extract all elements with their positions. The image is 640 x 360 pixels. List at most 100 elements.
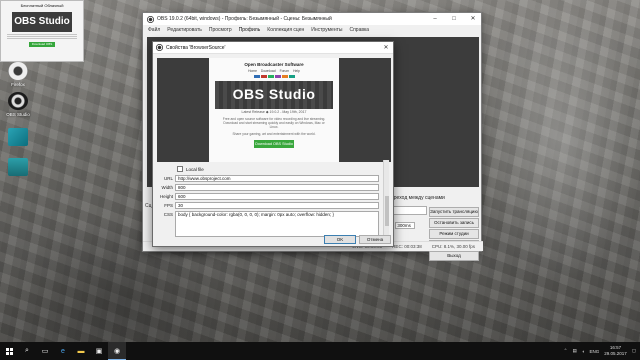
minimize-icon[interactable]: – xyxy=(427,13,443,25)
web-page-render: Open Broadcaster Software Home Download … xyxy=(209,58,339,162)
web-description: Free and open source software for video … xyxy=(222,117,326,129)
obs-menubar: Файл Редактировать Просмотр Профиль Колл… xyxy=(143,25,481,34)
local-file-checkbox[interactable] xyxy=(177,166,183,172)
url-row: URL http://www.obsproject.com xyxy=(159,175,379,182)
exit-button[interactable]: Выход xyxy=(429,251,479,261)
width-label: Width xyxy=(161,185,173,190)
width-input[interactable]: 800 xyxy=(175,184,379,191)
desktop-icon-obs[interactable]: OBS Studio xyxy=(3,92,33,117)
css-label: CSS xyxy=(163,212,173,217)
width-row: Width 800 xyxy=(159,184,379,191)
stop-recording-button[interactable]: Остановить запись xyxy=(429,218,479,228)
task-view-icon[interactable]: ▭ xyxy=(36,342,54,360)
duration-input[interactable]: 300ms xyxy=(395,222,416,229)
web-nav-item: Home xyxy=(248,69,257,73)
form-scrollbar[interactable] xyxy=(383,160,389,240)
search-icon[interactable]: ⌕ xyxy=(18,342,36,360)
badge xyxy=(274,75,281,78)
edge-icon[interactable]: e xyxy=(54,342,72,360)
web-heading: Open Broadcaster Software xyxy=(244,62,304,67)
menu-help[interactable]: Справка xyxy=(349,27,369,33)
fps-input[interactable]: 30 xyxy=(175,202,379,209)
obs-logo-icon xyxy=(147,15,154,23)
obs-window-title: OBS 19.0.2 (64bit, windows) - Профиль: Б… xyxy=(157,16,332,22)
transition-select[interactable] xyxy=(391,206,427,215)
properties-dialog: Свойства 'BrowserSource' ✕ Open Broadcas… xyxy=(152,41,394,247)
dialog-title: Свойства 'BrowserSource' xyxy=(166,44,226,51)
scene-transition-label: ереход между сценами xyxy=(391,195,445,201)
badge xyxy=(267,75,274,78)
desktop-icon-label: Firefox xyxy=(11,82,25,87)
menu-scene-collection[interactable]: Коллекция сцен xyxy=(267,27,304,33)
desktop-icon-folder[interactable] xyxy=(3,158,33,178)
network-icon[interactable]: ▤ xyxy=(572,348,576,354)
menu-view[interactable]: Просмотр xyxy=(209,27,232,33)
obs-icon xyxy=(8,92,28,110)
desktop-icon-app[interactable] xyxy=(3,128,33,148)
fps-row: FPS 30 xyxy=(159,202,379,209)
web-download-button: Download OBS Studio xyxy=(254,140,294,148)
start-streaming-button[interactable]: Запустить трансляцию xyxy=(429,207,479,217)
url-label: URL xyxy=(163,176,173,181)
browser-window-thumbnail[interactable]: Бесплатный Облачный OBS Studio Download … xyxy=(0,0,84,62)
app-icon xyxy=(8,128,28,146)
browser-source-preview: Open Broadcaster Software Home Download … xyxy=(157,58,391,162)
web-nav-item: Download xyxy=(260,69,276,73)
height-label: Height xyxy=(159,194,173,199)
badge xyxy=(288,75,295,78)
badge xyxy=(260,75,267,78)
clock[interactable]: 16:57 29.05.2017 xyxy=(604,345,627,357)
browser-window-title: Бесплатный Облачный xyxy=(20,3,64,8)
obs-titlebar: OBS 19.0.2 (64bit, windows) - Профиль: Б… xyxy=(143,13,481,25)
clock-date: 29.05.2017 xyxy=(604,351,627,356)
download-obs-button[interactable]: Download OBS xyxy=(29,42,55,47)
chevron-up-icon[interactable]: ⌃ xyxy=(564,348,568,354)
obs-logo-banner: OBS Studio xyxy=(12,12,72,32)
web-version: Latest Release ◆ 19.0.2 - May 19th, 2017 xyxy=(241,110,307,114)
fps-label: FPS xyxy=(164,203,173,208)
height-row: Height 600 xyxy=(159,193,379,200)
desktop-icon-label: OBS Studio xyxy=(6,112,30,117)
menu-profile[interactable]: Профиль xyxy=(239,27,261,33)
web-hero-banner: OBS Studio xyxy=(215,81,333,109)
dialog-titlebar: Свойства 'BrowserSource' ✕ xyxy=(153,42,393,54)
badge xyxy=(281,75,288,78)
obs-taskbar-icon[interactable]: ◉ xyxy=(108,342,126,360)
scrollbar-thumb[interactable] xyxy=(385,196,389,226)
web-badges xyxy=(209,75,339,78)
menu-edit[interactable]: Редактировать xyxy=(167,27,202,33)
system-tray: ⌃ ▤ ◖ ENG 16:57 29.05.2017 ▢ xyxy=(564,345,640,357)
explorer-icon[interactable]: ▬ xyxy=(72,342,90,360)
taskbar: ⌕ ▭ e ▬ ▣ ◉ ⌃ ▤ ◖ ENG 16:57 29.05.2017 ▢ xyxy=(0,342,640,360)
url-input[interactable]: http://www.obsproject.com xyxy=(175,175,379,182)
height-input[interactable]: 600 xyxy=(175,193,379,200)
maximize-icon[interactable]: □ xyxy=(446,13,462,25)
language-indicator[interactable]: ENG xyxy=(589,349,599,354)
firefox-icon xyxy=(8,62,28,80)
store-icon[interactable]: ▣ xyxy=(90,342,108,360)
start-button[interactable] xyxy=(0,342,18,360)
local-file-label: Local file xyxy=(186,166,204,172)
web-nav-item: Forum xyxy=(279,69,290,73)
close-icon[interactable]: ✕ xyxy=(465,13,481,25)
obs-controls-panel: Запустить трансляцию Остановить запись Р… xyxy=(429,207,479,262)
menu-file[interactable]: Файл xyxy=(148,27,160,33)
studio-mode-button[interactable]: Режим студии xyxy=(429,229,479,239)
cpu-status: CPU: 8.1%, 30.00 fps xyxy=(431,244,475,249)
volume-icon[interactable]: ◖ xyxy=(582,349,585,354)
css-textarea[interactable]: body { background-color: rgba(0, 0, 0, 0… xyxy=(175,211,379,237)
browser-text-lines xyxy=(7,34,77,40)
notifications-icon[interactable]: ▢ xyxy=(632,348,636,354)
cancel-button[interactable]: Отмена xyxy=(359,235,391,244)
desktop-icon-firefox[interactable]: Firefox xyxy=(3,62,33,87)
badge xyxy=(253,75,260,78)
menu-tools[interactable]: Инструменты xyxy=(311,27,342,33)
windows-logo-icon xyxy=(5,347,13,355)
close-icon[interactable]: ✕ xyxy=(379,44,393,51)
obs-logo-icon xyxy=(156,44,163,51)
rec-status: REC: 00:03:38 xyxy=(392,244,422,249)
folder-icon xyxy=(8,158,28,176)
web-nav-item: Help xyxy=(293,69,300,73)
ok-button[interactable]: OK xyxy=(324,235,356,244)
web-description-2: Share your gaming, art and entertainment… xyxy=(232,132,316,136)
